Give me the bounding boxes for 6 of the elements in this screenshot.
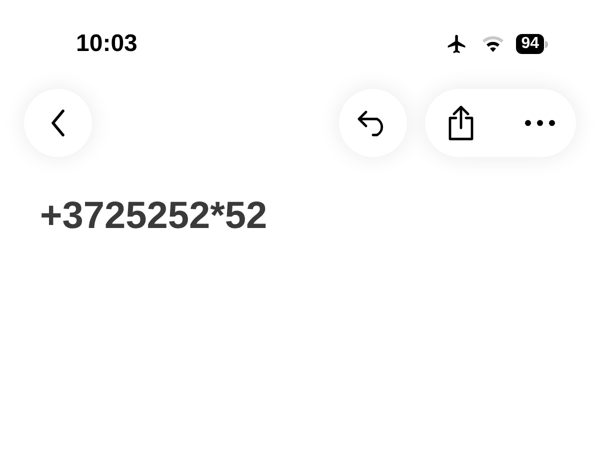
contact-title: +3725252*52 [40, 194, 268, 239]
status-time: 10:03 [76, 29, 138, 59]
more-icon [524, 119, 556, 127]
chevron-left-icon [50, 108, 66, 138]
wifi-icon [480, 34, 506, 54]
more-button[interactable] [524, 119, 556, 127]
